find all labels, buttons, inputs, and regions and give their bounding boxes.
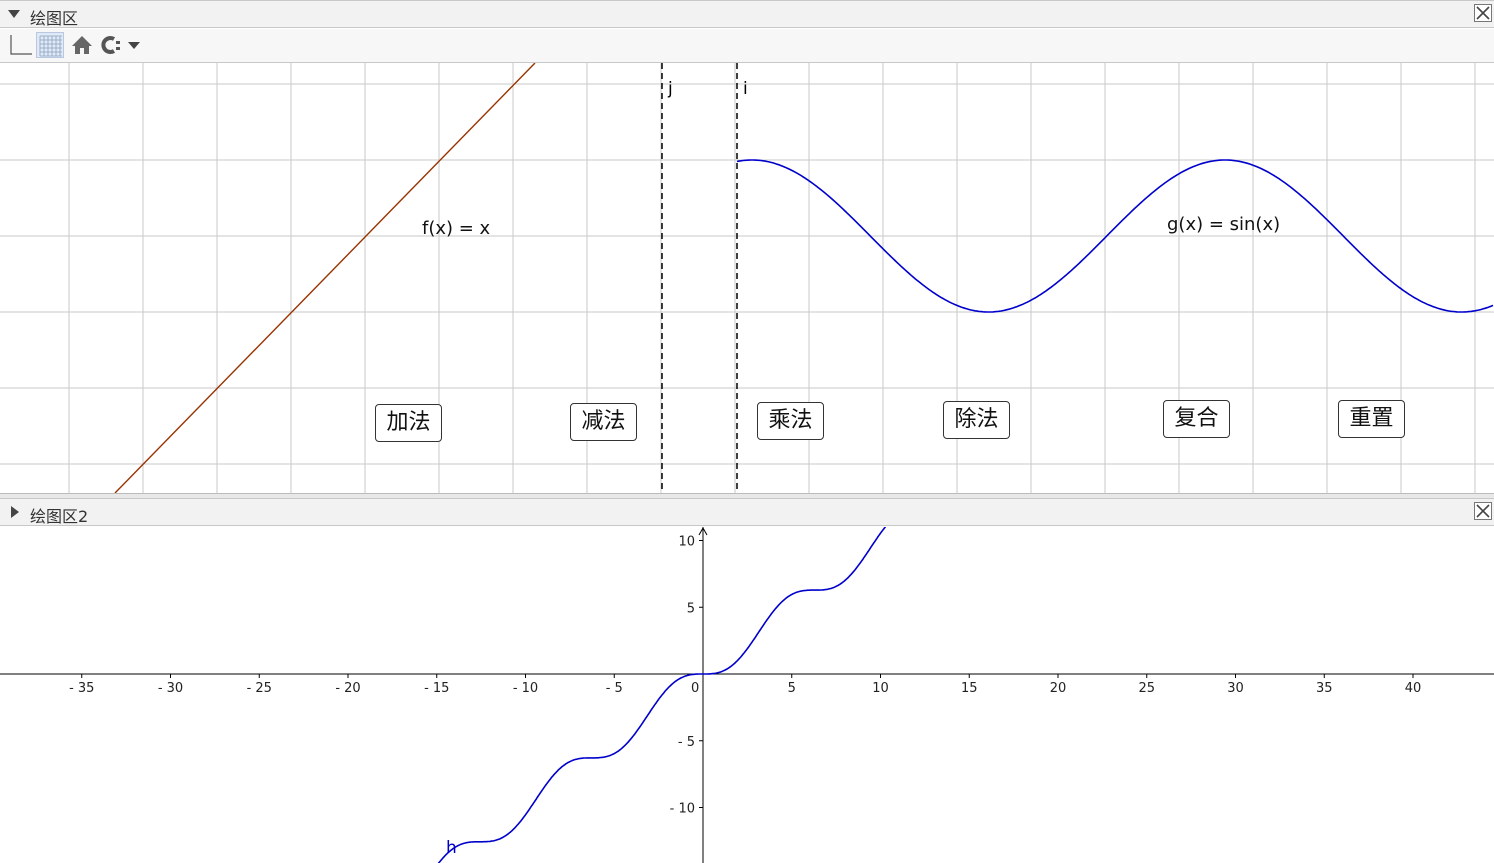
panel2-title: 绘图区2: [30, 507, 89, 526]
grid-lines: [0, 63, 1494, 493]
panel2-close-button[interactable]: [1474, 502, 1492, 520]
x-tick-label: 10: [872, 681, 889, 696]
x-tick-label: - 20: [335, 681, 360, 696]
close-icon: [1476, 6, 1490, 20]
x-tick-label: - 15: [424, 681, 449, 696]
function-h-curve: [437, 527, 887, 863]
add-button[interactable]: 加法: [375, 404, 442, 442]
grid-toggle-button[interactable]: [36, 32, 64, 58]
panel1-header: 绘图区: [0, 0, 1494, 28]
x-tick-label: 30: [1227, 681, 1244, 696]
magnet-button[interactable]: [98, 32, 146, 58]
expand-triangle-icon[interactable]: [11, 506, 19, 518]
multiply-button[interactable]: 乘法: [757, 402, 824, 440]
divide-button[interactable]: 除法: [943, 401, 1010, 439]
graphics-toolbar: [0, 29, 1494, 63]
x-tick-label: 25: [1138, 681, 1155, 696]
x-tick-label: - 25: [247, 681, 272, 696]
close-icon: [1476, 504, 1490, 518]
axes-icon: [10, 35, 32, 55]
collapse-triangle-icon[interactable]: [8, 10, 20, 18]
graphics-view-2[interactable]: - 35 - 30 - 25 - 20 - 15 - 10 - 5 0 5 10 15 20 25 30 3…: [0, 527, 1494, 863]
compose-button[interactable]: 复合: [1163, 400, 1230, 438]
x-tick-label: 5: [788, 681, 796, 696]
x-tick-label: 35: [1316, 681, 1333, 696]
function-f-curve: [114, 63, 536, 493]
x-tick-label: - 35: [69, 681, 94, 696]
panel1-close-button[interactable]: [1474, 4, 1492, 22]
y-tick-label: - 10: [670, 802, 695, 817]
y-tick-label: 10: [678, 535, 695, 550]
magnet-icon: [101, 36, 140, 54]
line-j-label: j: [667, 79, 673, 99]
x-tick-label: - 5: [606, 681, 623, 696]
x-tick-label: - 30: [158, 681, 183, 696]
y-tick-label: - 5: [678, 735, 695, 750]
panel2-header: 绘图区2: [0, 498, 1494, 526]
x-tick-label: 40: [1405, 681, 1422, 696]
line-i-label: i: [743, 79, 748, 99]
function-h-label: h: [446, 838, 457, 858]
x-tick-label: 20: [1050, 681, 1067, 696]
home-icon: [72, 36, 92, 54]
function-g-label: g(x) = sin(x): [1167, 214, 1280, 235]
panel1-title: 绘图区: [30, 9, 79, 28]
axes-toggle-button[interactable]: [6, 32, 34, 58]
x-tick-label: - 10: [513, 681, 538, 696]
x-tick-label: 15: [961, 681, 978, 696]
grid-icon: [39, 35, 62, 57]
graphics-view-1[interactable]: j i f(x) = x g(x) = sin(x): [0, 63, 1494, 493]
function-f-label: f(x) = x: [422, 218, 491, 239]
x-tick-label: 0: [691, 681, 699, 696]
y-tick-label: 5: [687, 601, 695, 616]
dropdown-arrow-icon: [128, 42, 140, 49]
reset-button[interactable]: 重置: [1338, 400, 1405, 438]
subtract-button[interactable]: 减法: [570, 403, 637, 441]
home-button[interactable]: [68, 32, 96, 58]
